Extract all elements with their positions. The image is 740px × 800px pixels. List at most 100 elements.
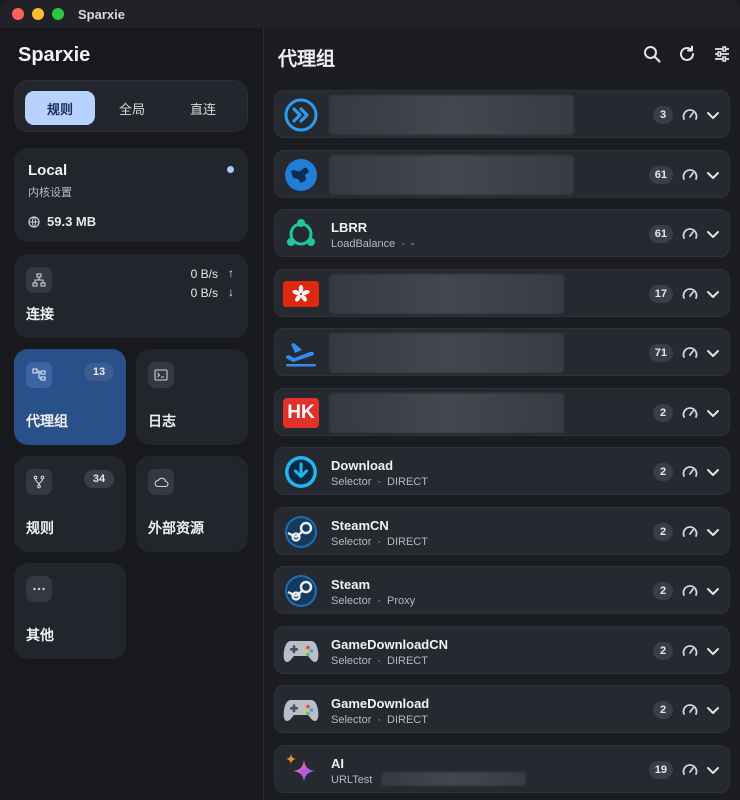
proxy-group-row[interactable]: GameDownloadCN Selector · DIRECT 2 [274, 626, 730, 674]
close-window-button[interactable] [12, 8, 24, 20]
latency-test-icon[interactable] [681, 642, 699, 660]
group-name: GameDownload [331, 696, 430, 711]
gamepad-icon [283, 692, 319, 728]
filter-settings-button[interactable] [711, 43, 733, 65]
group-type: LoadBalance [331, 238, 396, 250]
airplane-icon [283, 335, 319, 371]
node-count-badge: 19 [648, 761, 673, 779]
latency-test-icon[interactable] [681, 166, 699, 184]
group-name: Download [331, 458, 394, 473]
group-type: Selector [331, 595, 372, 607]
globe-icon [283, 157, 319, 193]
proxy-group-row[interactable]: Download Selector · DIRECT 2 [274, 447, 730, 495]
terminal-icon [148, 362, 174, 388]
proxy-group-row[interactable]: 61 [274, 150, 730, 198]
mode-global-button[interactable]: 全局 [97, 91, 167, 125]
proxy-group-row[interactable]: HK 2 [274, 388, 730, 436]
chevron-down-icon[interactable] [705, 344, 721, 362]
latency-test-icon[interactable] [681, 106, 699, 124]
memory-icon [28, 215, 42, 229]
latency-test-icon[interactable] [681, 225, 699, 243]
refresh-icon [680, 45, 694, 61]
sparkle-icon [283, 752, 319, 788]
proxy-groups-count: 13 [84, 363, 114, 381]
group-type: Selector [331, 714, 372, 726]
group-type: Selector [331, 476, 372, 488]
fast-forward-icon [283, 97, 319, 133]
group-current: - [410, 238, 415, 250]
chevron-down-icon[interactable] [705, 582, 721, 600]
group-detail: Selector · DIRECT [331, 714, 428, 726]
chevron-down-icon[interactable] [705, 166, 721, 184]
proxy-group-row[interactable]: 71 [274, 328, 730, 376]
page-title: 代理组 [278, 49, 336, 70]
redacted-content [329, 155, 574, 195]
chevron-down-icon[interactable] [705, 642, 721, 660]
fork-icon [26, 469, 52, 495]
latency-test-icon[interactable] [681, 701, 699, 719]
latency-test-icon[interactable] [681, 582, 699, 600]
chevron-down-icon[interactable] [705, 225, 721, 243]
logs-label: 日志 [148, 413, 176, 429]
mode-switch: 规则 全局 直连 [14, 80, 248, 132]
group-detail: Selector · DIRECT [331, 476, 428, 488]
refresh-button[interactable] [676, 43, 698, 65]
mode-rule-button[interactable]: 规则 [25, 91, 95, 125]
steam-icon [283, 573, 319, 609]
latency-test-icon[interactable] [681, 761, 699, 779]
tile-logs[interactable]: 日志 [136, 349, 248, 445]
group-name: AI [331, 756, 344, 771]
group-detail: LoadBalance · - [331, 238, 415, 250]
node-count-badge: 2 [653, 701, 673, 719]
core-card[interactable]: Local 内核设置 59.3 MB [14, 148, 248, 242]
connections-card[interactable]: 0 B/s ↑ 0 B/s ↓ 连接 [14, 254, 248, 338]
search-button[interactable] [641, 43, 663, 65]
group-current: Proxy [387, 595, 416, 607]
group-detail: Selector · DIRECT [331, 655, 428, 667]
node-count-badge: 2 [653, 404, 673, 422]
separator: · [401, 238, 405, 250]
node-count-badge: 2 [653, 642, 673, 660]
mode-direct-button[interactable]: 直连 [168, 91, 238, 125]
download-arrow-icon: ↓ [228, 285, 234, 299]
proxy-group-row[interactable]: Steam Selector · Proxy 2 [274, 566, 730, 614]
proxy-group-row[interactable]: GameDownload Selector · DIRECT 2 [274, 685, 730, 733]
proxy-group-row[interactable]: 17 [274, 269, 730, 317]
tile-others[interactable]: 其他 [14, 563, 126, 659]
latency-test-icon[interactable] [681, 523, 699, 541]
more-icon [26, 576, 52, 602]
chevron-down-icon[interactable] [705, 106, 721, 124]
group-type: URLTest [331, 774, 373, 786]
node-count-badge: 17 [648, 285, 673, 303]
tile-external-resources[interactable]: 外部资源 [136, 456, 248, 552]
group-current: DIRECT [387, 536, 428, 548]
chevron-down-icon[interactable] [705, 285, 721, 303]
tile-rules[interactable]: 34 规则 [14, 456, 126, 552]
latency-test-icon[interactable] [681, 285, 699, 303]
zoom-window-button[interactable] [52, 8, 64, 20]
proxy-group-row[interactable]: 3 [274, 90, 730, 138]
chevron-down-icon[interactable] [705, 701, 721, 719]
group-name: Steam [331, 577, 371, 592]
redacted-content [329, 333, 564, 373]
chevron-down-icon[interactable] [705, 404, 721, 422]
chevron-down-icon[interactable] [705, 463, 721, 481]
latency-test-icon[interactable] [681, 404, 699, 422]
latency-test-icon[interactable] [681, 344, 699, 362]
group-detail: Selector · Proxy [331, 595, 415, 607]
window-controls [12, 8, 64, 20]
core-subtitle: 内核设置 [28, 187, 72, 199]
node-count-badge: 71 [648, 344, 673, 362]
tile-proxy-groups[interactable]: 13 代理组 [14, 349, 126, 445]
proxy-group-row[interactable]: LBRR LoadBalance · - 61 [274, 209, 730, 257]
title-bar: Sparxie [0, 0, 740, 28]
minimize-window-button[interactable] [32, 8, 44, 20]
proxy-group-row[interactable]: SteamCN Selector · DIRECT 2 [274, 507, 730, 555]
chevron-down-icon[interactable] [705, 523, 721, 541]
sidebar: Sparxie 规则 全局 直连 Local 内核设置 59.3 MB 0 B/… [0, 28, 263, 800]
chevron-down-icon[interactable] [705, 761, 721, 779]
latency-test-icon[interactable] [681, 463, 699, 481]
proxy-group-row[interactable]: AI URLTest 19 [274, 745, 730, 793]
group-type: Selector [331, 655, 372, 667]
redacted-content [329, 274, 564, 314]
